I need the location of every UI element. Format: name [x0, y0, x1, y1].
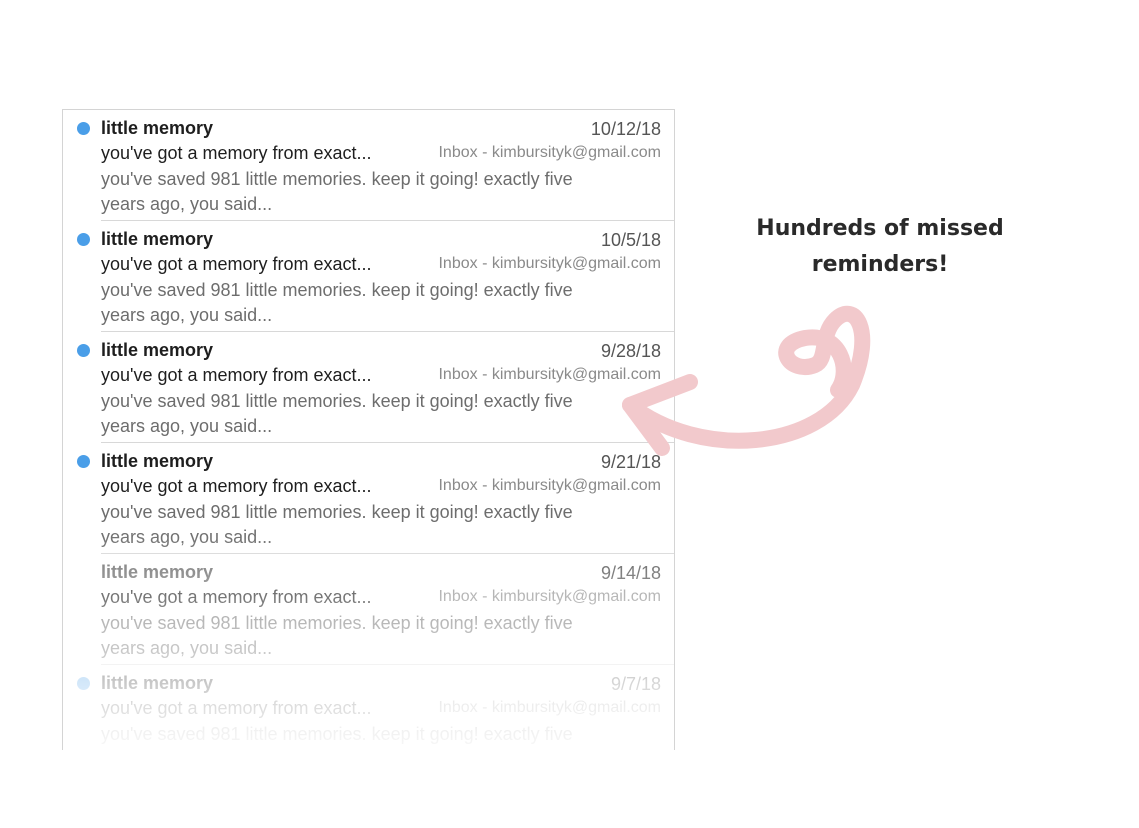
- message-preview: you've saved 981 little memories. keep i…: [101, 500, 641, 550]
- message-date: 10/5/18: [600, 230, 661, 250]
- arrow-curve: [622, 305, 871, 449]
- unread-indicator-icon: [77, 122, 90, 135]
- message-preview-line: years ago, you said...: [101, 416, 273, 436]
- message-subject: you've got a memory from exact...: [101, 254, 372, 274]
- message-subject: you've got a memory from exact...: [101, 365, 372, 385]
- message-preview: you've saved 981 little memories. keep i…: [101, 167, 641, 217]
- message-list: little memory 10/12/18 you've got a memo…: [62, 109, 675, 750]
- unread-indicator-icon: [77, 455, 90, 468]
- message-sender: little memory: [101, 562, 214, 582]
- message-subject: you've got a memory from exact...: [101, 587, 372, 607]
- message-sender: little memory: [101, 118, 214, 138]
- message-row[interactable]: little memory 10/12/18 you've got a memo…: [63, 110, 674, 221]
- message-row[interactable]: little memory 9/7/18 you've got a memory…: [63, 665, 674, 750]
- message-subject: you've got a memory from exact...: [101, 476, 372, 496]
- annotation-text: Hundreds of missed reminders!: [740, 211, 1020, 283]
- message-subject-line: you've got a memory from exact... Inbox …: [101, 587, 661, 608]
- message-preview-line: you've saved 981 little memories. keep i…: [101, 280, 573, 300]
- message-preview-line: years ago, you said...: [101, 527, 273, 547]
- message-subject-line: you've got a memory from exact... Inbox …: [101, 476, 661, 497]
- message-row[interactable]: little memory 9/14/18 you've got a memor…: [63, 554, 674, 665]
- message-mailbox: Inbox - kimbursityk@gmail.com: [438, 588, 661, 605]
- curved-arrow-icon: [622, 305, 871, 456]
- message-subject-line: you've got a memory from exact... Inbox …: [101, 365, 661, 386]
- message-sender: little memory: [101, 229, 214, 249]
- message-preview-line: you've saved 981 little memories. keep i…: [101, 613, 573, 633]
- message-preview: you've saved 981 little memories. keep i…: [101, 611, 641, 661]
- message-preview-line: years ago, you said...: [101, 305, 273, 325]
- message-preview-line: you've saved 981 little memories. keep i…: [101, 391, 573, 411]
- message-date: 10/12/18: [590, 119, 661, 139]
- message-date: 9/14/18: [600, 563, 661, 583]
- unread-indicator-icon: [77, 344, 90, 357]
- message-preview-line: years ago, you said...: [101, 638, 273, 658]
- annotation-line: Hundreds of missed: [756, 216, 1004, 241]
- unread-indicator-icon: [77, 233, 90, 246]
- message-preview-line: you've saved 981 little memories. keep i…: [101, 502, 573, 522]
- message-row[interactable]: little memory 10/5/18 you've got a memor…: [63, 221, 674, 332]
- message-subject: you've got a memory from exact...: [101, 143, 372, 163]
- message-subject: you've got a memory from exact...: [101, 698, 372, 718]
- message-mailbox: Inbox - kimbursityk@gmail.com: [438, 255, 661, 272]
- message-preview-line: you've saved 981 little memories. keep i…: [101, 169, 573, 189]
- message-preview: you've saved 981 little memories. keep i…: [101, 722, 641, 747]
- message-preview: you've saved 981 little memories. keep i…: [101, 278, 641, 328]
- message-preview: you've saved 981 little memories. keep i…: [101, 389, 641, 439]
- message-sender: little memory: [101, 340, 214, 360]
- message-mailbox: Inbox - kimbursityk@gmail.com: [438, 477, 661, 494]
- annotation-line: reminders!: [811, 252, 949, 277]
- message-preview-line: years ago, you said...: [101, 194, 273, 214]
- message-sender: little memory: [101, 673, 214, 693]
- message-row[interactable]: little memory 9/28/18 you've got a memor…: [63, 332, 674, 443]
- message-subject-line: you've got a memory from exact... Inbox …: [101, 143, 661, 164]
- message-sender: little memory: [101, 451, 214, 471]
- unread-indicator-icon: [77, 677, 90, 690]
- message-date: 9/7/18: [610, 674, 661, 694]
- message-preview-line: you've saved 981 little memories. keep i…: [101, 724, 573, 744]
- message-mailbox: Inbox - kimbursityk@gmail.com: [438, 144, 661, 161]
- message-row[interactable]: little memory 9/21/18 you've got a memor…: [63, 443, 674, 554]
- message-subject-line: you've got a memory from exact... Inbox …: [101, 698, 661, 719]
- message-subject-line: you've got a memory from exact... Inbox …: [101, 254, 661, 275]
- message-mailbox: Inbox - kimbursityk@gmail.com: [438, 699, 661, 716]
